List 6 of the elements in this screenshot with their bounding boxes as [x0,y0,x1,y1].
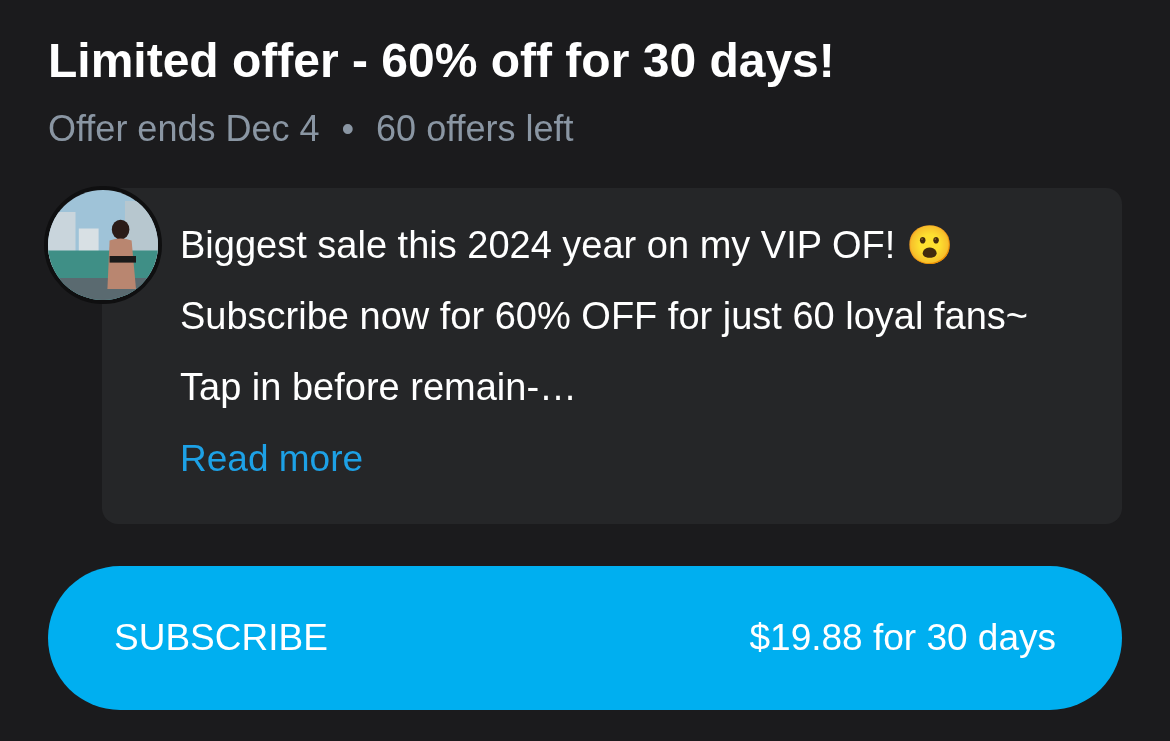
separator-dot: • [341,108,355,150]
offer-end-date: Offer ends Dec 4 [48,108,320,150]
offer-title: Limited offer - 60% off for 30 days! [48,33,836,89]
offers-left: 60 offers left [376,108,574,150]
read-more-link[interactable]: Read more [180,438,364,479]
message-text: Biggest sale this 2024 year on my VIP OF! 😮 Subscribe now for 60% OFF for just 60 loyal fans~ Tap in before remain-… [180,223,1029,410]
